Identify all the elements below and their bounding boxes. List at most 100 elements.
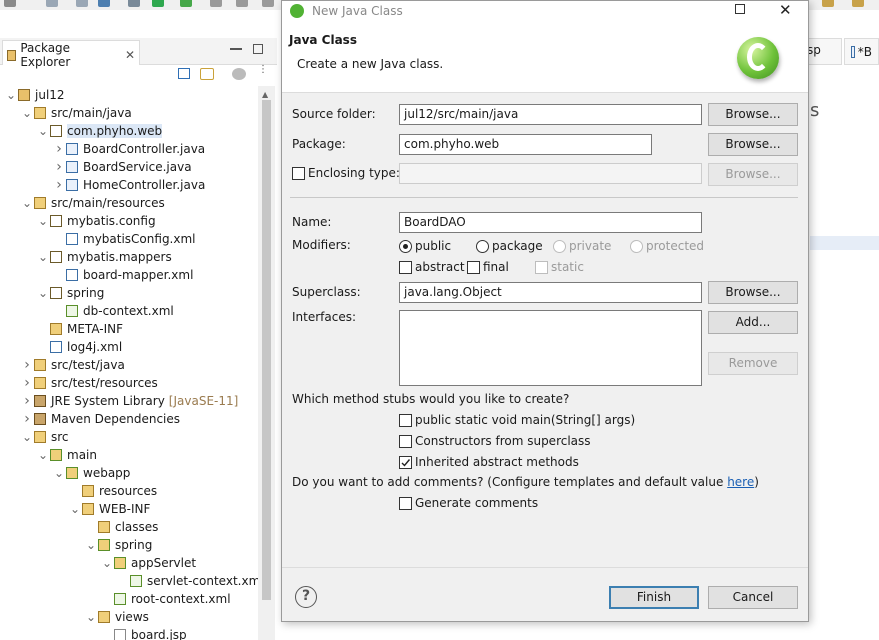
tree-item[interactable]: ⌄ src/main/resources <box>20 194 165 212</box>
tree-item[interactable]: db-context.xml <box>52 302 174 320</box>
tree-item[interactable]: ⌄ spring <box>36 284 104 302</box>
tree-item[interactable]: ⌄ src/main/java <box>20 104 132 122</box>
chevron-down-icon[interactable]: ⌄ <box>4 89 18 101</box>
filter-icon[interactable] <box>232 68 246 80</box>
stub-constructors-option[interactable]: Constructors from superclass <box>399 433 591 449</box>
cancel-button[interactable]: Cancel <box>708 586 798 609</box>
tree-item[interactable]: ⌄ jul12 <box>4 86 65 104</box>
chevron-right-icon[interactable]: › <box>20 357 34 373</box>
chevron-down-icon[interactable]: ⌄ <box>36 215 50 227</box>
modifier-static-option[interactable]: static <box>535 259 584 275</box>
tree-item[interactable]: mybatisConfig.xml <box>52 230 196 248</box>
tab-package-explorer[interactable]: Package Explorer ✕ <box>2 40 140 69</box>
modifier-package-option[interactable]: package <box>476 238 543 254</box>
tree-item[interactable]: › Maven Dependencies <box>20 410 180 428</box>
tree-item[interactable]: log4j.xml <box>36 338 122 356</box>
generate-comments-checkbox[interactable] <box>399 496 412 510</box>
chevron-down-icon[interactable]: ⌄ <box>20 431 34 443</box>
collapse-all-icon[interactable] <box>178 68 190 79</box>
generate-comments-option[interactable]: Generate comments <box>399 495 538 511</box>
chevron-right-icon[interactable]: › <box>52 141 66 157</box>
tree-item[interactable]: › BoardService.java <box>52 158 191 176</box>
chevron-right-icon[interactable]: › <box>52 159 66 175</box>
navigation-icon[interactable] <box>210 0 222 7</box>
chevron-right-icon[interactable]: › <box>20 375 34 391</box>
tree-item[interactable]: ⌄ webapp <box>52 464 130 482</box>
modifier-protected-radio[interactable] <box>630 239 643 253</box>
chevron-down-icon[interactable]: ⌄ <box>100 557 114 569</box>
back-icon[interactable] <box>822 0 834 7</box>
tree-item[interactable]: ⌄ WEB-INF <box>68 500 150 518</box>
package-input[interactable]: com.phyho.web <box>399 134 652 155</box>
abstract-checkbox[interactable] <box>399 260 412 274</box>
tree-item[interactable]: ⌄ src <box>20 428 69 446</box>
chevron-down-icon[interactable]: ⌄ <box>52 467 66 479</box>
modifier-abstract-option[interactable]: abstract <box>399 259 465 275</box>
tree-item[interactable]: › HomeController.java <box>52 176 205 194</box>
enclosing-type-browse-button[interactable]: Browse... <box>708 163 798 186</box>
enclosing-type-option[interactable]: Enclosing type: <box>292 165 400 181</box>
close-icon[interactable]: ✕ <box>779 1 792 19</box>
debug-icon[interactable] <box>180 0 192 7</box>
chevron-down-icon[interactable]: ⌄ <box>84 539 98 551</box>
modifier-public-radio[interactable] <box>399 239 412 253</box>
tree-item[interactable]: ⌄ spring <box>84 536 152 554</box>
chevron-down-icon[interactable]: ⌄ <box>20 107 34 119</box>
interfaces-list[interactable] <box>399 310 702 386</box>
package-browse-button[interactable]: Browse... <box>708 133 798 156</box>
terminal-icon[interactable] <box>98 0 110 7</box>
source-folder-input[interactable]: jul12/src/main/java <box>399 104 702 125</box>
modifier-public-option[interactable]: public <box>399 238 451 254</box>
toolbar-button-icon[interactable] <box>4 0 16 7</box>
modifier-protected-option[interactable]: protected <box>630 238 704 254</box>
tree-item[interactable]: ⌄ mybatis.mappers <box>36 248 172 266</box>
print-icon[interactable] <box>76 0 88 7</box>
tree-item[interactable]: ⌄ mybatis.config <box>36 212 156 230</box>
maximize-icon[interactable] <box>253 44 263 54</box>
class-name-input[interactable]: BoardDAO <box>399 212 702 233</box>
tree-item[interactable]: META-INF <box>36 320 123 338</box>
tree-item[interactable]: › BoardController.java <box>52 140 205 158</box>
help-icon[interactable]: ? <box>295 586 317 608</box>
configure-templates-link[interactable]: here <box>727 475 754 489</box>
chevron-right-icon[interactable]: › <box>20 411 34 427</box>
add-interface-button[interactable]: Add... <box>708 311 798 334</box>
chevron-down-icon[interactable]: ⌄ <box>36 251 50 263</box>
finish-button[interactable]: Finish <box>609 586 699 609</box>
tree-item[interactable]: root-context.xml <box>100 590 231 608</box>
inherited-methods-checkbox[interactable] <box>399 455 412 469</box>
modifier-private-radio[interactable] <box>553 239 566 253</box>
superclass-input[interactable]: java.lang.Object <box>399 282 702 303</box>
modifier-private-option[interactable]: private <box>553 238 611 254</box>
tree-item[interactable]: ⌄ appServlet <box>100 554 196 572</box>
scroll-up-icon[interactable]: ▲ <box>262 90 268 99</box>
run-icon[interactable] <box>152 0 164 7</box>
tree-item[interactable]: board-mapper.xml <box>52 266 193 284</box>
tree-item[interactable]: classes <box>84 518 158 536</box>
enclosing-type-checkbox[interactable] <box>292 166 305 180</box>
maximize-icon[interactable] <box>735 4 745 14</box>
chevron-down-icon[interactable]: ⌄ <box>84 611 98 623</box>
tree-item[interactable]: › src/test/resources <box>20 374 158 392</box>
tree-item[interactable]: ⌄ main <box>36 446 97 464</box>
remove-interface-button[interactable]: Remove <box>708 352 798 375</box>
navigation-icon[interactable] <box>262 0 274 7</box>
minimize-icon[interactable] <box>230 48 242 50</box>
source-folder-browse-button[interactable]: Browse... <box>708 103 798 126</box>
chevron-down-icon[interactable]: ⌄ <box>20 197 34 209</box>
editor-tab[interactable]: *B <box>844 38 879 65</box>
stub-main-option[interactable]: public static void main(String[] args) <box>399 412 635 428</box>
tree-item[interactable]: servlet-context.xml <box>116 572 258 590</box>
save-icon[interactable] <box>46 0 58 7</box>
modifier-package-radio[interactable] <box>476 239 489 253</box>
chevron-down-icon[interactable]: ⌄ <box>36 287 50 299</box>
scrollbar-thumb[interactable] <box>262 100 271 600</box>
chevron-right-icon[interactable]: › <box>20 393 34 409</box>
tree-item[interactable]: ⌄ views <box>84 608 149 626</box>
link-with-editor-icon[interactable] <box>200 68 214 80</box>
close-icon[interactable]: ✕ <box>125 48 135 62</box>
main-method-checkbox[interactable] <box>399 413 412 427</box>
final-checkbox[interactable] <box>467 260 480 274</box>
superclass-browse-button[interactable]: Browse... <box>708 281 798 304</box>
forward-icon[interactable] <box>852 0 864 7</box>
